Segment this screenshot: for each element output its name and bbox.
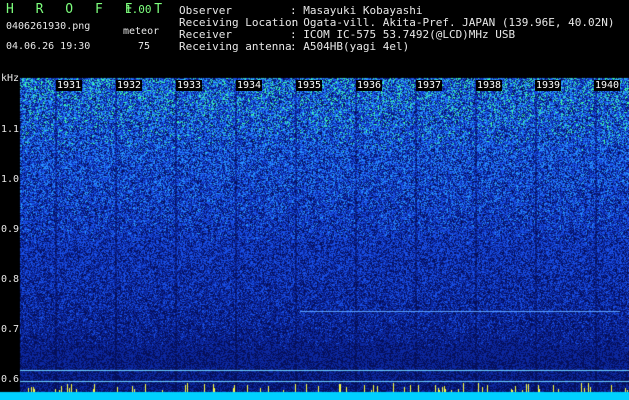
time-label: 1940 [594, 80, 621, 91]
meteor-count: 75 [138, 41, 151, 52]
y-tick-label: 1.1 [1, 124, 20, 135]
time-label: 1937 [416, 80, 443, 91]
time-label: 1932 [116, 80, 143, 91]
version-label: 1.00 [125, 3, 152, 16]
spectrogram-canvas [0, 0, 629, 400]
filename-label: 0406261930.png [6, 21, 91, 32]
time-label: 1931 [56, 80, 83, 91]
time-label: 1939 [535, 80, 562, 91]
y-tick-label: 0.9 [1, 224, 20, 235]
antenna-value: : A504HB(yagi 4el) [290, 40, 410, 53]
time-label: 1938 [476, 80, 503, 91]
meteor-label: meteor [123, 26, 160, 37]
time-label: 1936 [356, 80, 383, 91]
antenna-key: Receiving antenna [179, 40, 292, 53]
datetime-label: 04.06.26 19:30 [6, 41, 91, 52]
time-label: 1934 [236, 80, 263, 91]
y-axis-unit: kHz [1, 73, 20, 84]
y-tick-label: 0.6 [1, 374, 20, 385]
y-tick-label: 0.7 [1, 324, 20, 335]
y-tick-label: 1.0 [1, 174, 20, 185]
time-label: 1933 [176, 80, 203, 91]
y-tick-label: 0.8 [1, 274, 20, 285]
time-label: 1935 [296, 80, 323, 91]
